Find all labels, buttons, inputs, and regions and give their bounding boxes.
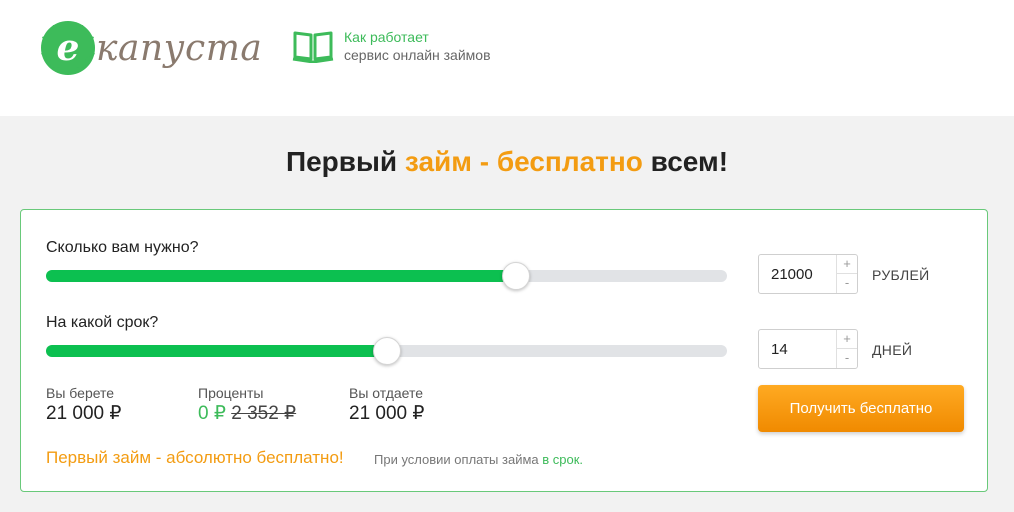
amount-stepper[interactable]: 21000 + -	[758, 254, 858, 294]
term-decrease-button[interactable]: -	[837, 349, 857, 368]
headline-part2: всем!	[642, 146, 729, 177]
amount-increase-button[interactable]: +	[837, 255, 857, 274]
logo-text: капуста	[96, 27, 263, 69]
amount-decrease-button[interactable]: -	[837, 274, 857, 293]
interest-value: 0 ₽	[198, 403, 226, 424]
term-slider-fill	[46, 345, 387, 357]
return-value: 21 000 ₽	[349, 403, 425, 424]
how-it-works-link[interactable]: Как работает сервис онлайн займов	[292, 28, 491, 64]
amount-slider[interactable]	[46, 262, 727, 290]
term-label: На какой срок?	[46, 314, 159, 331]
interest-old-value: 2 352 ₽	[231, 403, 297, 424]
take-label: Вы берете	[46, 385, 115, 401]
promo-text: Первый займ - абсолютно бесплатно!	[46, 448, 344, 467]
condition-link[interactable]: в срок.	[542, 452, 583, 467]
headline-accent: займ - бесплатно	[404, 146, 643, 177]
term-slider-handle[interactable]	[373, 337, 401, 365]
logo[interactable]: e капуста	[38, 18, 262, 78]
term-stepper[interactable]: 14 + -	[758, 329, 858, 369]
page-title: Первый займ - бесплатно всем!	[0, 146, 1014, 178]
return-label: Вы отдаете	[349, 385, 424, 401]
headline-part1: Первый	[285, 146, 405, 177]
term-unit: ДНЕЙ	[872, 342, 913, 358]
how-it-works-subtitle: сервис онлайн займов	[344, 47, 491, 63]
amount-slider-handle[interactable]	[502, 262, 530, 290]
get-free-loan-button[interactable]: Получить бесплатно	[758, 385, 964, 432]
site-header: e капуста Как работает сервис онлайн зай…	[0, 0, 1014, 116]
amount-unit: РУБЛЕЙ	[872, 267, 930, 283]
svg-text:e: e	[57, 27, 80, 69]
amount-input[interactable]: 21000	[771, 266, 813, 283]
book-icon	[292, 31, 334, 63]
amount-slider-fill	[46, 270, 516, 282]
kapusta-logo-icon: e	[41, 21, 95, 75]
term-increase-button[interactable]: +	[837, 330, 857, 349]
condition-text: При условии оплаты займа в срок.	[374, 452, 583, 467]
term-input[interactable]: 14	[771, 341, 788, 358]
term-slider[interactable]	[46, 337, 727, 365]
how-it-works-title: Как работает	[344, 29, 429, 45]
interest-label: Проценты	[198, 385, 264, 401]
take-value: 21 000 ₽	[46, 403, 122, 424]
condition-main: При условии оплаты займа	[374, 452, 543, 467]
loan-calculator: Сколько вам нужно? 21000 + - РУБЛЕЙ На к…	[20, 209, 988, 492]
interest-values: 0 ₽ 2 352 ₽	[198, 402, 296, 425]
amount-label: Сколько вам нужно?	[46, 239, 199, 256]
